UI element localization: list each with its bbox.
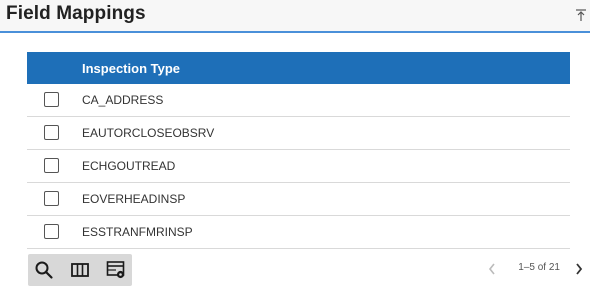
table-row[interactable]: ECHGOUTREAD xyxy=(27,150,570,183)
table-row[interactable]: CA_ADDRESS xyxy=(27,84,570,117)
row-checkbox[interactable] xyxy=(44,224,59,239)
columns-icon[interactable] xyxy=(70,260,90,280)
row-checkbox[interactable] xyxy=(44,125,59,140)
table-cell: ECHGOUTREAD xyxy=(82,159,176,173)
chevron-left-icon[interactable] xyxy=(487,261,497,277)
table-header: Inspection Type xyxy=(27,52,570,84)
field-mappings-table: Inspection Type CA_ADDRESS EAUTORCLOSEOB… xyxy=(27,52,570,249)
collapse-icon[interactable] xyxy=(575,8,587,22)
page-title: Field Mappings xyxy=(6,3,146,24)
row-checkbox[interactable] xyxy=(44,191,59,206)
column-header-inspection-type[interactable]: Inspection Type xyxy=(82,61,180,76)
table-row[interactable]: ESSTRANFMRINSP xyxy=(27,216,570,249)
table-cell: CA_ADDRESS xyxy=(82,93,164,107)
table-row[interactable]: EOVERHEADINSP xyxy=(27,183,570,216)
table-row[interactable]: EAUTORCLOSEOBSRV xyxy=(27,117,570,150)
pagination: 1–5 of 21 xyxy=(489,262,583,278)
chevron-right-icon[interactable] xyxy=(574,261,584,277)
row-checkbox[interactable] xyxy=(44,158,59,173)
search-icon[interactable] xyxy=(34,260,54,280)
panel-header: Field Mappings xyxy=(0,0,590,33)
table-cell: ESSTRANFMRINSP xyxy=(82,225,193,239)
table-settings-icon[interactable] xyxy=(106,260,126,280)
table-cell: EAUTORCLOSEOBSRV xyxy=(82,126,215,140)
table-toolbar xyxy=(28,254,132,286)
table-cell: EOVERHEADINSP xyxy=(82,192,186,206)
row-checkbox[interactable] xyxy=(44,92,59,107)
pagination-info: 1–5 of 21 xyxy=(518,262,560,273)
